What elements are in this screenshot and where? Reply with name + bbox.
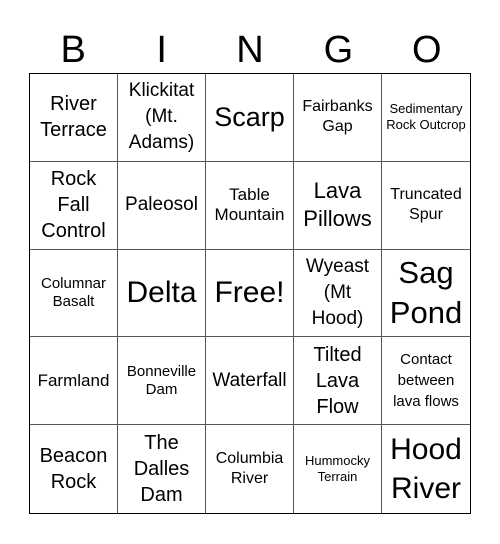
bingo-cell[interactable]: Sag Pond [382,250,470,338]
header-letter-o: O [412,29,442,71]
cell-text: Delta [126,276,197,310]
bingo-cell[interactable]: Rock Fall Control [30,161,118,250]
bingo-cell[interactable]: Tilted Lava Flow [294,337,382,426]
cell-text: Waterfall [212,369,287,391]
cell-text: Table Mountain [214,185,285,225]
bingo-cell[interactable]: Hood River [382,425,470,513]
cell-text: Farmland [37,370,110,390]
bingo-cell[interactable]: Columnar Basalt [30,249,118,338]
cell-text: Sedimentary Rock Outcrop [386,101,466,133]
cell-text: Tilted Lava Flow [313,343,362,418]
cell-text: Columnar Basalt [40,274,107,310]
bingo-cell[interactable]: Waterfall [206,337,294,426]
bingo-cell[interactable]: Wyeast (Mt Hood) [294,249,382,338]
cell-text: Klickitat (Mt. Adams) [128,80,195,154]
bingo-cell[interactable]: Lava Pillows [294,161,382,250]
bingo-cell[interactable]: Delta [118,249,206,338]
bingo-cell[interactable]: Bonneville Dam [118,337,206,426]
bingo-cell[interactable]: Sedimentary Rock Outcrop [382,74,470,162]
header-letter-g: G [323,29,354,71]
cell-text: Bonneville Dam [126,362,197,398]
bingo-header: B I N G O [29,28,471,72]
bingo-cell[interactable]: Paleosol [118,161,206,250]
bingo-cell[interactable]: Farmland [30,337,118,426]
cell-text: Free! [214,276,285,310]
bingo-cell[interactable]: River Terrace [30,74,118,162]
cell-text: Paleosol [125,194,198,216]
bingo-cell[interactable]: The Dalles Dam [118,425,206,513]
cell-text: Beacon Rock [39,445,108,494]
cell-text: Columbia River [215,450,284,488]
bingo-cell[interactable]: Columbia River [206,425,294,513]
bingo-cell[interactable]: Table Mountain [206,161,294,250]
header-letter-n: N [236,29,264,71]
cell-text: Fairbanks Gap [302,98,373,136]
bingo-cell[interactable]: Hummocky Terrain [294,425,382,513]
bingo-cell[interactable]: Truncated Spur [382,162,470,250]
free-space[interactable]: Free! [206,249,294,338]
bingo-cell[interactable]: Scarp [206,74,294,162]
header-letter-b: B [60,29,86,71]
bingo-cell[interactable]: Fairbanks Gap [294,74,382,162]
cell-text: Sag Pond [389,254,463,330]
cell-text: Wyeast (Mt Hood) [305,255,370,329]
cell-text: Lava Pillows [303,178,372,232]
bingo-cell[interactable]: Contact between lava flows [382,337,470,426]
bingo-board: River Terrace Klickitat (Mt. Adams) Scar… [29,73,471,514]
cell-text: Hummocky Terrain [304,453,370,485]
cell-text: Contact between lava flows [393,351,459,411]
cell-text: Hood River [390,433,462,506]
cell-text: Rock Fall Control [41,168,106,243]
cell-text: Scarp [214,102,285,133]
header-letter-i: I [156,29,167,71]
cell-text: River Terrace [40,93,107,142]
cell-text: Truncated Spur [390,186,462,224]
bingo-cell[interactable]: Klickitat (Mt. Adams) [118,74,206,162]
bingo-cell[interactable]: Beacon Rock [30,425,118,513]
cell-text: The Dalles Dam [133,432,190,507]
